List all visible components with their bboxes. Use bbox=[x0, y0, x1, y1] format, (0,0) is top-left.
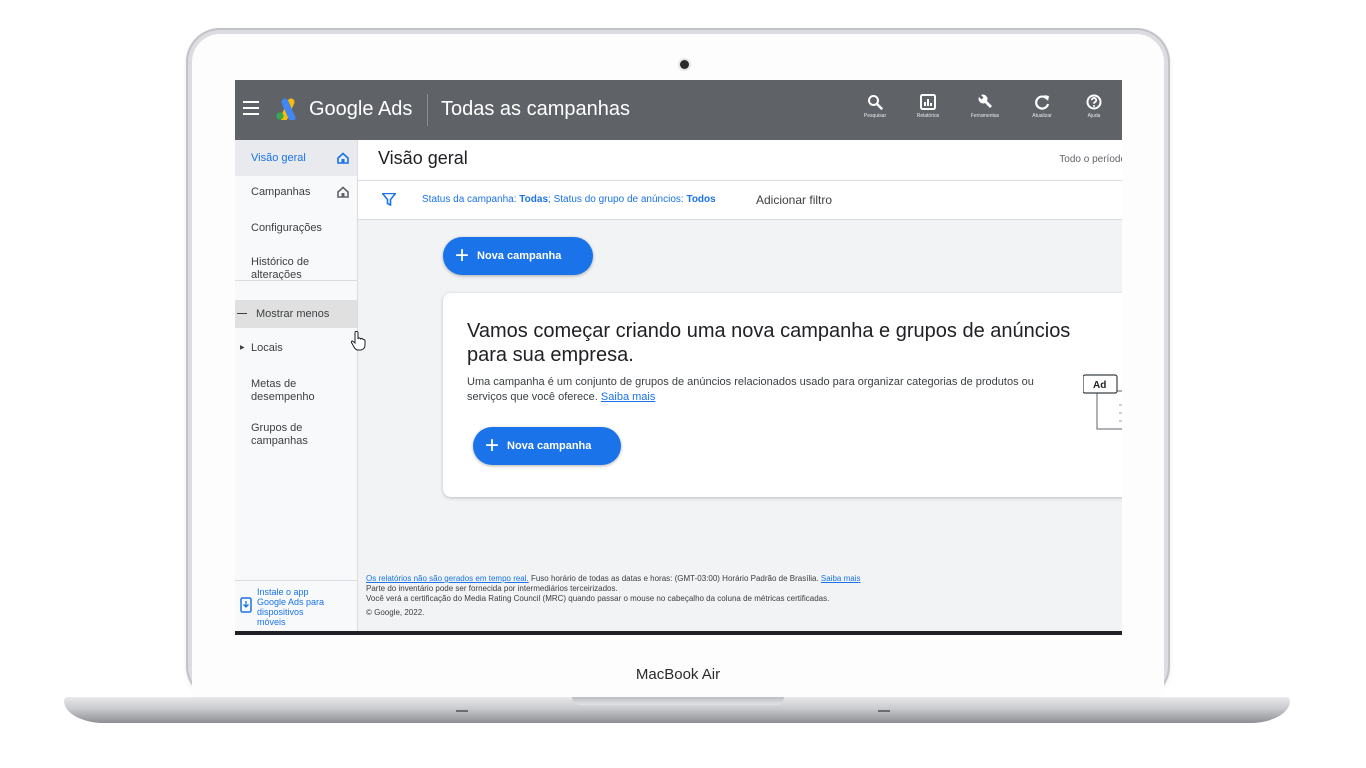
sidebar-item-label: Grupos de campanhas bbox=[251, 422, 308, 447]
help-tool-button[interactable]: Ajuda bbox=[1066, 94, 1122, 119]
minus-icon bbox=[237, 313, 247, 314]
sidebar-item-label: Visão geral bbox=[251, 152, 306, 164]
inventory-note: Parte do inventário pode ser fornecida p… bbox=[366, 584, 618, 593]
filter-campaign-status-label: Status da campanha: bbox=[422, 194, 520, 205]
reports-tool-label: Relatórios bbox=[916, 113, 940, 119]
hand-cursor-icon bbox=[350, 330, 366, 351]
page-header: Visão geral Todo o período bbox=[358, 140, 1122, 181]
help-icon bbox=[1086, 94, 1102, 110]
header-divider bbox=[427, 94, 428, 126]
tools-button[interactable]: Ferramentas bbox=[957, 94, 1013, 119]
footer-line-1: Os relatórios não são gerados em tempo r… bbox=[366, 574, 1106, 584]
caret-right-icon: ▶ bbox=[240, 345, 245, 351]
sidebar-item-label: Mostrar menos bbox=[256, 308, 330, 320]
model-label: MacBook Air bbox=[635, 666, 721, 683]
sidebar-item-settings[interactable]: Configurações bbox=[235, 208, 357, 238]
sidebar-item-overview[interactable]: Visão geral bbox=[235, 140, 357, 176]
app-screen: Google Ads Todas as campanhas Pesquisar … bbox=[235, 80, 1122, 635]
sidebar-item-locations[interactable]: ▶ Locais bbox=[235, 336, 357, 360]
ad-illustration: Ad bbox=[1083, 374, 1122, 430]
help-tool-label: Ajuda bbox=[1087, 113, 1101, 119]
card-description-text: Uma campanha é um conjunto de grupos de … bbox=[467, 376, 1034, 403]
realtime-reports-link[interactable]: Os relatórios não são gerados em tempo r… bbox=[366, 574, 529, 583]
new-campaign-button[interactable]: + Nova campanha bbox=[473, 427, 621, 465]
laptop-foot-right bbox=[878, 710, 890, 712]
tools-label: Ferramentas bbox=[970, 113, 1000, 119]
sidebar-item-label: Campanhas bbox=[251, 186, 311, 198]
sidebar-item-label: Metas de desempenho bbox=[251, 378, 315, 403]
home-icon bbox=[337, 186, 349, 198]
sidebar-item-performance-goals[interactable]: Metas de desempenho bbox=[235, 366, 357, 406]
reports-icon bbox=[920, 94, 936, 110]
sidebar-item-change-history[interactable]: Histórico de alterações bbox=[235, 240, 357, 281]
filter-bar: Status da campanha: Todas; Status do gru… bbox=[358, 181, 1122, 220]
sidebar-divider bbox=[235, 280, 357, 281]
search-icon bbox=[868, 95, 883, 110]
show-less-toggle[interactable]: Mostrar menos bbox=[235, 300, 357, 328]
menu-icon[interactable] bbox=[243, 101, 259, 115]
new-campaign-button-top[interactable]: + Nova campanha bbox=[443, 237, 593, 275]
laptop-hinge-notch bbox=[572, 697, 784, 705]
plus-icon: + bbox=[485, 432, 500, 459]
webcam bbox=[680, 60, 689, 69]
ad-badge-text: Ad bbox=[1093, 380, 1106, 391]
screen-bottom-edge bbox=[235, 631, 1122, 635]
search-tool-button[interactable]: Pesquisar bbox=[847, 94, 903, 119]
sidebar-item-label: Configurações bbox=[251, 222, 322, 234]
brand-name: Google Ads bbox=[309, 98, 413, 120]
refresh-icon bbox=[1035, 95, 1050, 110]
plus-icon: + bbox=[455, 242, 470, 269]
page-title: Visão geral bbox=[378, 148, 468, 168]
account-scope-title[interactable]: Todas as campanhas bbox=[441, 98, 630, 121]
home-icon bbox=[337, 152, 349, 164]
filter-adgroup-status-value: Todos bbox=[686, 194, 716, 205]
filter-campaign-status-value: Todas bbox=[519, 194, 549, 205]
sidebar-item-label: Histórico de alterações bbox=[251, 256, 310, 281]
mrc-note: Você verá a certificação do Media Rating… bbox=[366, 594, 830, 603]
add-filter-button[interactable]: Adicionar filtro bbox=[756, 193, 832, 207]
new-campaign-label: Nova campanha bbox=[477, 250, 562, 262]
top-bar: Google Ads Todas as campanhas Pesquisar … bbox=[235, 80, 1122, 140]
refresh-tool-label: Atualizar bbox=[1032, 113, 1052, 119]
sidebar-item-campaign-groups[interactable]: Grupos de campanhas bbox=[235, 416, 357, 456]
page-footer: Os relatórios não são gerados em tempo r… bbox=[366, 574, 1106, 618]
copyright: © Google, 2022. bbox=[366, 608, 425, 617]
date-range-selector[interactable]: Todo o período bbox=[1059, 154, 1122, 165]
google-ads-logo bbox=[276, 98, 296, 120]
side-navigation: Visão geral Campanhas Configurações Hist… bbox=[235, 140, 358, 635]
card-heading: Vamos começar criando uma nova campanha … bbox=[467, 320, 1071, 366]
install-app-banner[interactable]: Instale o app Google Ads para dispositiv… bbox=[235, 580, 357, 635]
card-description: Uma campanha é um conjunto de grupos de … bbox=[467, 375, 1057, 405]
filter-adgroup-status-label: ; Status do grupo de anúncios: bbox=[548, 194, 687, 205]
search-tool-label: Pesquisar bbox=[863, 113, 887, 119]
reports-tool-button[interactable]: Relatórios bbox=[900, 94, 956, 119]
timezone-note: Fuso horário de todas as datas e horas: … bbox=[528, 574, 821, 583]
filter-icon[interactable] bbox=[382, 193, 396, 206]
laptop-foot-left bbox=[456, 710, 468, 712]
get-started-card: Vamos começar criando uma nova campanha … bbox=[443, 293, 1122, 497]
active-filters[interactable]: Status da campanha: Todas; Status do gru… bbox=[422, 194, 716, 205]
learn-more-link[interactable]: Saiba mais bbox=[601, 391, 655, 403]
install-app-link[interactable]: Instale o app Google Ads para dispositiv… bbox=[257, 587, 329, 627]
wrench-icon bbox=[978, 94, 992, 108]
new-campaign-label: Nova campanha bbox=[507, 440, 592, 452]
sidebar-item-campaigns[interactable]: Campanhas bbox=[235, 176, 357, 208]
refresh-tool-button[interactable]: Atualizar bbox=[1014, 94, 1070, 119]
footer-learn-more-link[interactable]: Saiba mais bbox=[821, 574, 861, 583]
sidebar-item-label: Locais bbox=[251, 342, 283, 354]
mobile-download-icon bbox=[240, 597, 252, 613]
